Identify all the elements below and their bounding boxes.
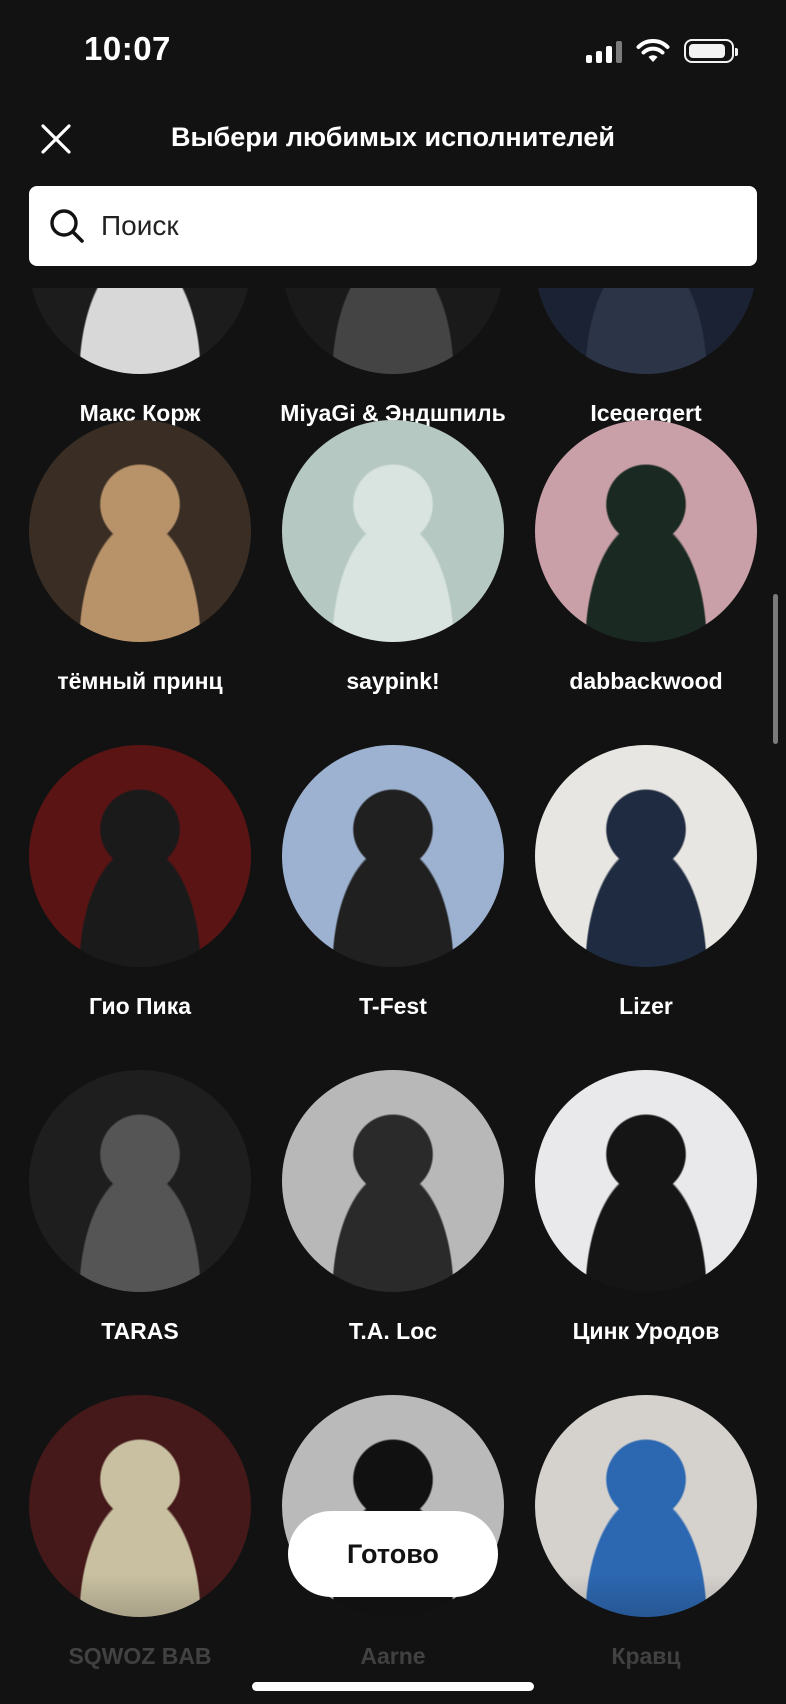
artist-name: TARAS <box>101 1318 179 1344</box>
artist-avatar <box>29 1395 251 1617</box>
artist-card[interactable]: тёмный принц <box>14 420 266 695</box>
wifi-icon <box>636 39 670 62</box>
artist-avatar <box>282 420 504 642</box>
artist-name: SQWOZ BAB <box>68 1643 212 1669</box>
artist-card[interactable]: Icegergert <box>520 288 772 427</box>
artist-avatar <box>535 745 757 967</box>
artist-avatar <box>29 420 251 642</box>
artist-name: T.A. Loc <box>348 1318 438 1344</box>
artist-card[interactable]: dabbackwood <box>520 420 772 695</box>
artist-avatar <box>535 288 757 374</box>
artist-card[interactable]: Кравц <box>520 1395 772 1670</box>
artist-name: Lizer <box>619 993 673 1019</box>
scrollbar[interactable] <box>773 594 778 744</box>
artist-name: Aarne <box>360 1643 426 1669</box>
artist-avatar <box>282 1070 504 1292</box>
artist-name: Цинк Уродов <box>572 1318 720 1344</box>
artist-avatar <box>282 745 504 967</box>
artist-avatar <box>29 745 251 967</box>
done-button[interactable]: Готово <box>288 1511 498 1597</box>
artist-name: тёмный принц <box>57 668 223 694</box>
artist-grid[interactable]: Макс Корж MiyaGi & Эндшпиль Icegergert т… <box>0 288 786 1704</box>
search-bar[interactable] <box>29 186 757 266</box>
status-bar: 10:07 <box>0 0 786 100</box>
artist-card[interactable]: T-Fest <box>267 745 519 1020</box>
artist-name: Кравц <box>611 1643 681 1669</box>
battery-icon <box>684 39 738 63</box>
cellular-signal-icon <box>586 39 622 63</box>
artist-card[interactable]: SQWOZ BAB <box>14 1395 266 1670</box>
artist-avatar <box>535 420 757 642</box>
search-input[interactable] <box>99 209 703 243</box>
artist-card[interactable]: Макс Корж <box>14 288 266 427</box>
artist-avatar <box>282 288 504 374</box>
artist-card[interactable]: saypink! <box>267 420 519 695</box>
artist-avatar <box>535 1070 757 1292</box>
artist-name: T-Fest <box>359 993 427 1019</box>
artist-card[interactable]: Цинк Уродов <box>520 1070 772 1345</box>
artist-name: saypink! <box>346 668 440 694</box>
artist-card[interactable]: Гио Пика <box>14 745 266 1020</box>
artist-card[interactable]: TARAS <box>14 1070 266 1345</box>
search-icon <box>43 202 91 250</box>
artist-name: Гио Пика <box>88 993 192 1019</box>
status-icons <box>586 38 738 64</box>
artist-card[interactable]: Lizer <box>520 745 772 1020</box>
page-title: Выбери любимых исполнителей <box>171 122 615 152</box>
home-indicator <box>252 1682 534 1691</box>
header: Выбери любимых исполнителей <box>0 108 786 170</box>
artist-name: dabbackwood <box>569 668 723 694</box>
artist-avatar <box>29 288 251 374</box>
status-time: 10:07 <box>84 30 171 67</box>
artist-avatar <box>29 1070 251 1292</box>
artist-card[interactable]: MiyaGi & Эндшпиль <box>267 288 519 427</box>
artist-avatar <box>535 1395 757 1617</box>
artist-card[interactable]: T.A. Loc <box>267 1070 519 1345</box>
